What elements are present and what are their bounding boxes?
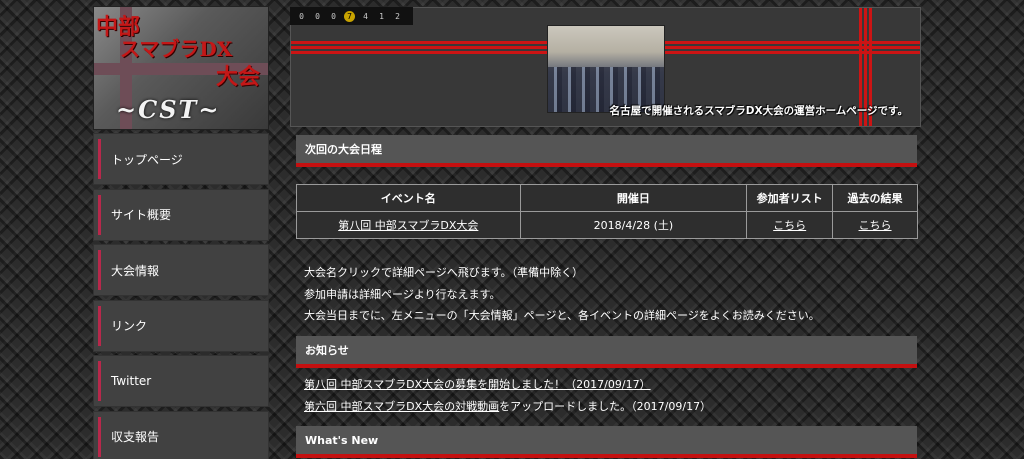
logo-text-cst: ~CST~: [116, 95, 221, 124]
column-header-event: イベント名: [296, 184, 521, 212]
sidebar-item-tournament-info[interactable]: 大会情報: [93, 244, 269, 296]
sidebar-item-financial-report[interactable]: 収支報告: [93, 410, 269, 459]
table-header-row: イベント名 開催日 参加者リスト 過去の結果: [296, 184, 918, 212]
logo-text-line2: スマブラDX: [120, 37, 233, 61]
sidebar-item-links[interactable]: リンク: [93, 299, 269, 352]
column-header-results: 過去の結果: [832, 184, 918, 212]
schedule-heading: 次回の大会日程: [296, 135, 917, 167]
header-banner: 名古屋で開催されるスマブラDX大会の運営ホームページです。: [290, 7, 921, 127]
counter-digit: 0: [299, 11, 304, 21]
sidebar-item-overview[interactable]: サイト概要: [93, 188, 269, 241]
results-link[interactable]: こちら: [859, 219, 892, 232]
column-header-participants: 参加者リスト: [746, 184, 834, 212]
news-link[interactable]: 第八回 中部スマブラDX大会の募集を開始しました！（2017/09/17）: [304, 378, 651, 391]
sidebar-item-label: サイト概要: [111, 208, 172, 222]
news-item-text: をアップロードしました。（2017/09/17）: [499, 400, 712, 413]
counter-digit: 2: [395, 11, 400, 21]
sidebar-item-label: 大会情報: [111, 263, 160, 278]
counter-digit: 4: [363, 11, 368, 21]
sidebar-nav: トップページ サイト概要 大会情報 リンク Twitter 収支報告: [93, 133, 269, 459]
event-link[interactable]: 第八回 中部スマブラDX大会: [338, 219, 478, 232]
sidebar-item-label: トップページ: [111, 152, 183, 167]
news-heading: お知らせ: [296, 336, 917, 368]
logo-text-line3: 大会: [216, 64, 261, 90]
counter-digit: 7: [344, 10, 355, 22]
sidebar-item-label: Twitter: [111, 374, 152, 388]
news-item: 第六回 中部スマブラDX大会の対戦動画をアップロードしました。（2017/09/…: [304, 398, 711, 414]
results-cell: こちら: [832, 211, 918, 239]
sidebar-item-twitter[interactable]: Twitter: [93, 355, 269, 407]
counter-digit: 1: [379, 11, 384, 21]
counter-digit: 0: [331, 11, 336, 21]
participants-link[interactable]: こちら: [773, 219, 806, 232]
sidebar-item-label: 収支報告: [111, 430, 160, 444]
note-line: 参加申請は詳細ページより行なえます。: [304, 288, 501, 301]
visitor-counter: 0 0 0 7 4 1 2: [290, 7, 413, 25]
banner-caption: 名古屋で開催されるスマブラDX大会の運営ホームページです。: [609, 105, 908, 117]
sidebar-item-label: リンク: [111, 319, 148, 333]
event-cell: 第八回 中部スマブラDX大会: [296, 211, 521, 239]
note-line: 大会当日までに、左メニューの「大会情報」ページと、各イベントの詳細ページをよくお…: [304, 309, 820, 322]
note-line: 大会名クリックで詳細ページへ飛びます。（準備中除く）: [304, 266, 584, 279]
counter-digit: 0: [315, 11, 320, 21]
sidebar-item-top[interactable]: トップページ: [93, 133, 269, 185]
whats-new-heading: What's New: [296, 426, 917, 458]
table-row: 第八回 中部スマブラDX大会 2018/4/28 (土) こちら こちら: [296, 211, 918, 239]
site-logo[interactable]: 中部 スマブラDX 大会 ~CST~: [93, 6, 269, 130]
column-header-date: 開催日: [519, 184, 748, 212]
date-cell: 2018/4/28 (土): [519, 211, 748, 239]
banner-photo: [547, 25, 665, 113]
news-item: 第八回 中部スマブラDX大会の募集を開始しました！（2017/09/17）: [304, 376, 651, 392]
participants-cell: こちら: [746, 211, 834, 239]
events-table: イベント名 開催日 参加者リスト 過去の結果 第八回 中部スマブラDX大会 20…: [296, 184, 918, 239]
news-link[interactable]: 第六回 中部スマブラDX大会の対戦動画: [304, 400, 499, 413]
